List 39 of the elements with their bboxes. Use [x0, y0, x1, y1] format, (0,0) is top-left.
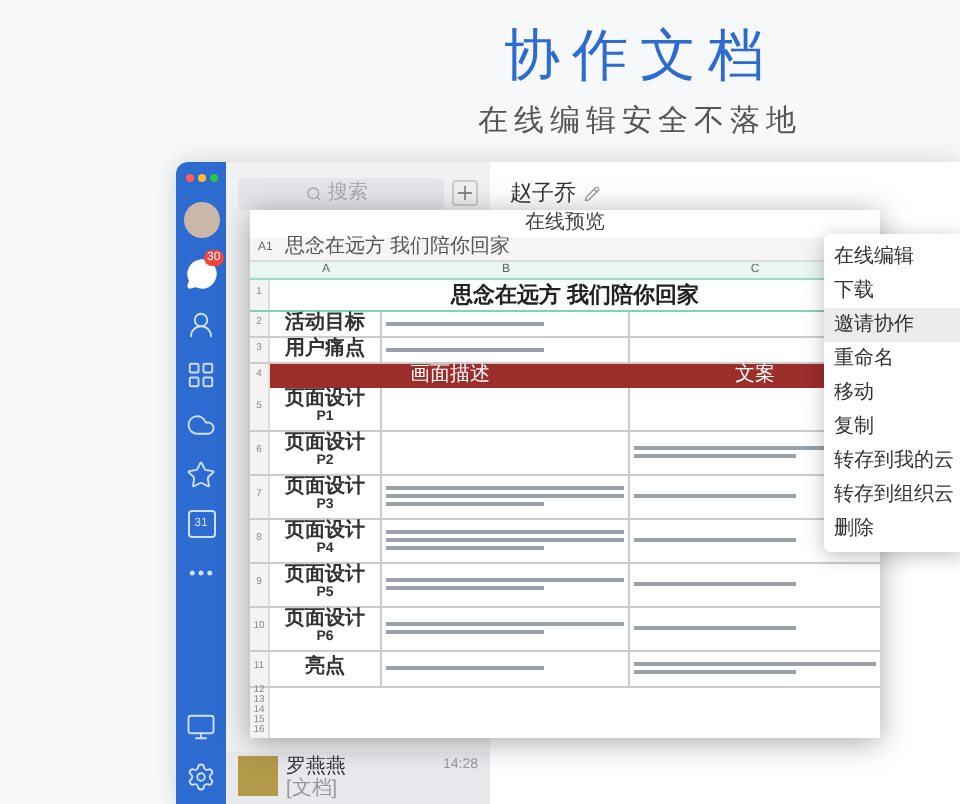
row-label: 页面设计	[285, 566, 365, 586]
row-label: 页面设计	[285, 390, 365, 410]
sheet-title: 思念在远方 我们陪你回家	[450, 281, 700, 309]
section-heading: 画面描述	[270, 363, 630, 387]
row-label: 用户痛点	[285, 339, 365, 359]
chat-icon[interactable]	[185, 257, 217, 289]
row-label: 页面设计	[285, 610, 365, 630]
hero-title: 协作文档	[504, 24, 776, 88]
menu-item[interactable]: 转存到组织云	[824, 477, 960, 511]
row-label: 页面设计	[285, 522, 365, 542]
edit-icon[interactable]	[584, 185, 600, 202]
menu-item[interactable]: 复制	[824, 409, 960, 443]
menu-item[interactable]: 下载	[824, 273, 960, 307]
star-icon[interactable]	[186, 459, 216, 489]
add-icon[interactable]	[452, 180, 478, 206]
row-label: 页面设计	[285, 478, 365, 498]
photo-placeholder	[238, 756, 278, 796]
settings-icon[interactable]	[186, 762, 216, 792]
hero-subtitle: 在线编辑安全不落地	[478, 102, 802, 142]
dialog-title: 在线预览	[523, 209, 607, 237]
message-preview: [文档]	[286, 778, 340, 800]
search-field[interactable]: 搜索	[238, 177, 444, 209]
menu-item[interactable]: 删除	[824, 511, 960, 545]
search-icon	[306, 185, 322, 201]
row-label: 活动目标	[285, 313, 365, 333]
monitor-icon[interactable]	[186, 712, 216, 742]
grid-icon[interactable]	[186, 359, 216, 389]
search-input[interactable]: 搜索	[328, 178, 376, 208]
formula-text: 思念在远方 我们陪你回家	[284, 236, 511, 260]
chat-title: 赵子乔	[510, 179, 576, 209]
contact-name: 罗燕燕	[286, 756, 346, 778]
cloud-icon[interactable]	[186, 409, 216, 439]
row-label: 页面设计	[285, 434, 365, 454]
menu-item[interactable]: 在线编辑	[824, 239, 960, 273]
menu-item[interactable]: 邀请协作	[824, 307, 960, 341]
row-label: 亮点	[305, 658, 345, 678]
menu-item[interactable]: 转存到我的云	[824, 443, 960, 477]
contacts-icon[interactable]	[186, 309, 216, 339]
avatar[interactable]	[183, 201, 219, 237]
